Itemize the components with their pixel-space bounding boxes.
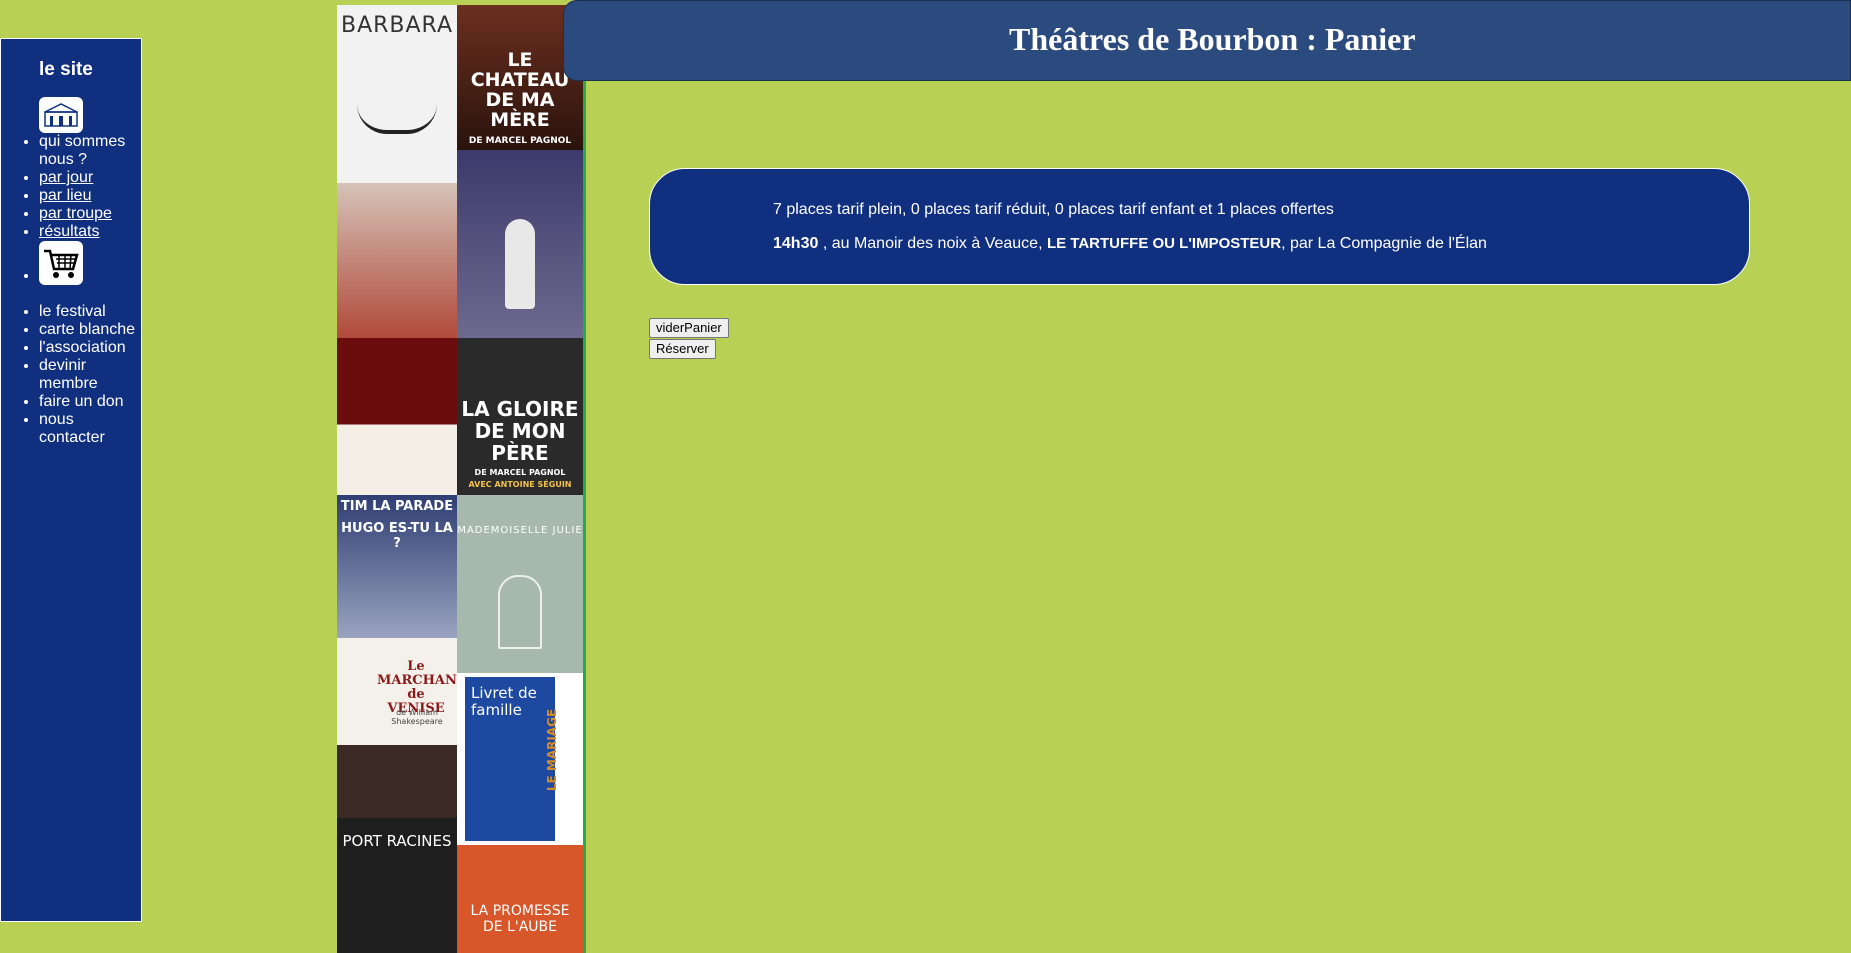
sidebar-item-cart[interactable] [39,241,141,285]
sidebar-item-qui-sommes-nous[interactable]: qui sommes nous ? [39,133,141,169]
poster-barbara-title: BARBARA [340,13,453,38]
poster-chateau-sub: DE MARCEL PAGNOL [468,136,572,146]
poster-gloire-cast: AVEC ANTOINE SÉGUIN [468,480,572,489]
link-par-troupe[interactable]: par troupe [39,205,112,222]
poster-marchand-venise[interactable]: Le MARCHAND de VENISE de William Shakesp… [337,638,457,745]
cart-item-time: 14h30 [773,235,819,252]
sidebar-menu-bottom: le festival carte blanche l'association … [1,303,141,447]
cart-summary: 7 places tarif plein, 0 places tarif réd… [773,201,1334,218]
poster-port-title: PORT RACINES [342,832,452,850]
site-logo-icon[interactable] [39,97,83,133]
poster-mariage-title: LE MARIAGE [544,708,559,792]
link-resultats[interactable]: résultats [39,223,99,240]
cage-shape [498,575,542,649]
poster-baroque[interactable] [337,338,457,495]
sidebar-item-devenir-membre[interactable]: devinir membre [39,357,141,393]
page-title: Théâtres de Bourbon : Panier [1009,21,1416,57]
poster-troupe-photo[interactable] [337,745,457,818]
poster-gloire-title: LA GLOIRE DE MON PÈRE [461,397,579,465]
poster-port-racines[interactable]: PORT RACINES [337,818,457,953]
poster-promesse[interactable]: LA PROMESSE DE L'AUBE [457,845,583,953]
poster-tim-parade[interactable]: TIM LA PARADE HUGO ES-TU LA ? [337,495,457,638]
sidebar-item-nous-contacter[interactable]: nous contacter [39,411,141,447]
sidebar-item-association[interactable]: l'association [39,339,141,357]
sidebar-item-par-troupe[interactable]: par troupe [39,205,141,223]
poster-saint-aignan[interactable] [337,183,457,338]
cart-item: 14h30 , au Manoir des noix à Veauce, LE … [773,235,1487,253]
cart-item-play: LE TARTUFFE OU L'IMPOSTEUR [1046,235,1282,252]
sidebar: le site qui sommes nous ? par jour par l… [0,38,142,922]
sidebar-menu-top: qui sommes nous ? par jour par lieu par … [1,133,141,285]
poster-mademoiselle-julie[interactable]: MADEMOISELLE JULIE [457,495,583,673]
cart-icon[interactable] [39,241,83,285]
boat-shape [357,100,437,134]
empty-cart-button[interactable]: viderPanier [649,318,729,338]
poster-livret-famille[interactable]: Livret de famille LE MARIAGE [457,673,583,845]
poster-collage: BARBARA LE CHATEAU DE MA MÈRE DE MARCEL … [337,5,586,953]
sidebar-item-resultats[interactable]: résultats [39,223,141,241]
poster-chateau-title: LE CHATEAU DE MA MÈRE [470,49,570,131]
figure-shape [505,219,535,309]
page-header: Théâtres de Bourbon : Panier [563,0,1851,81]
poster-hugo-title: HUGO ES-TU LA ? [341,521,453,551]
poster-gloire-sub: DE MARCEL PAGNOL [474,468,566,477]
cart-item-company: , par La Compagnie de l'Élan [1281,235,1487,252]
sidebar-item-carte-blanche[interactable]: carte blanche [39,321,141,339]
poster-tim-title: TIM LA PARADE [340,499,454,514]
cart-panel: 7 places tarif plein, 0 places tarif réd… [649,168,1750,285]
poster-julie-title: MADEMOISELLE JULIE [457,525,583,536]
poster-livret-title: Livret de famille [471,684,537,719]
sidebar-item-festival[interactable]: le festival [39,303,141,321]
sidebar-item-faire-un-don[interactable]: faire un don [39,393,141,411]
cart-item-venue: , au Manoir des noix à Veauce, [818,235,1047,252]
poster-promesse-title: LA PROMESSE DE L'AUBE [470,903,570,935]
poster-barbara[interactable]: BARBARA [337,5,457,183]
link-par-lieu[interactable]: par lieu [39,187,91,204]
poster-gloire[interactable]: LA GLOIRE DE MON PÈRE DE MARCEL PAGNOL A… [457,338,583,495]
link-par-jour[interactable]: par jour [39,169,93,186]
poster-marchand-author: de William Shakespeare [391,708,443,726]
sidebar-item-par-lieu[interactable]: par lieu [39,187,141,205]
poster-mariage-couple[interactable] [457,150,583,338]
sidebar-item-par-jour[interactable]: par jour [39,169,141,187]
reserve-button[interactable]: Réserver [649,339,716,359]
sidebar-heading: le site [39,59,93,80]
